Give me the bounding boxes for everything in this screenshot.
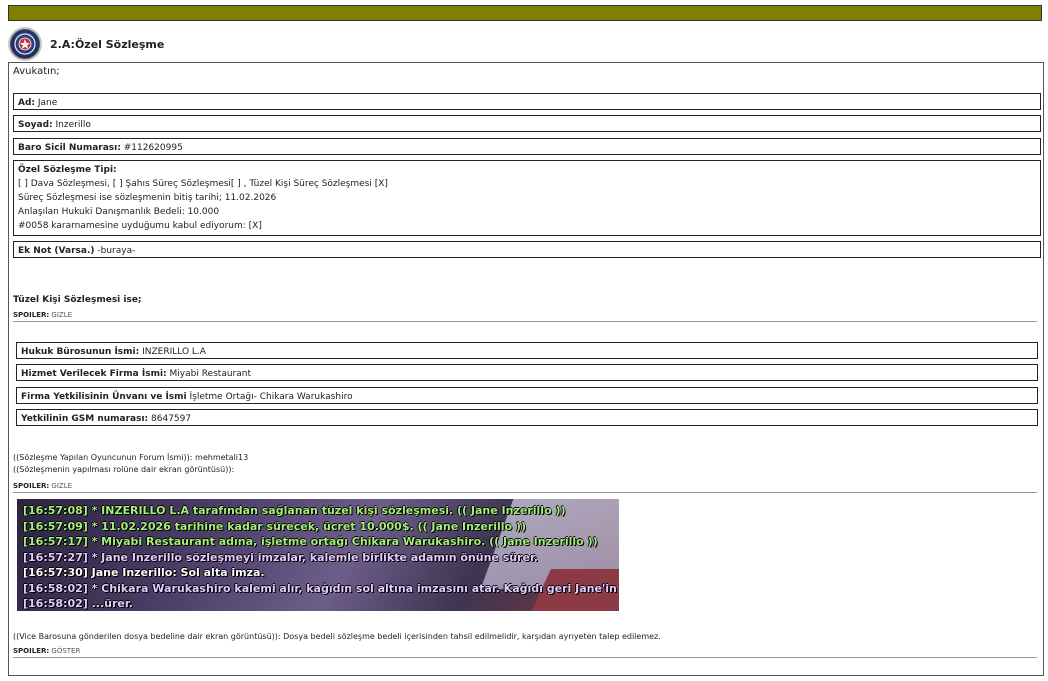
contract-type-label: Özel Sözleşme Tipi: <box>18 165 117 175</box>
client-firm-value: Miyabi Restaurant <box>169 369 251 379</box>
name-value: Jane <box>37 98 58 108</box>
chat-line: [16:57:09] * 11.02.2026 tarihine kadar s… <box>23 519 526 533</box>
representative-field: Firma Yetkilisinin Ünvanı ve İsmi İşletm… <box>16 387 1038 404</box>
spoiler-label: SPOILER: <box>13 482 50 490</box>
contract-type-options: [ ] Dava Sözleşmesi, [ ] Şahıs Süreç Söz… <box>18 179 388 189</box>
bar-number-value: #112620995 <box>123 143 183 153</box>
extra-note-value: -buraya- <box>97 246 136 256</box>
representative-label: Firma Yetkilisinin Ünvanı ve İsmi <box>21 392 187 402</box>
chat-line: [16:58:02] ...ürer. <box>23 597 133 610</box>
name-label: Ad: <box>18 98 36 108</box>
law-firm-label: Hukuk Bürosunun İsmi: <box>21 347 140 357</box>
law-firm-value: INZERILLO L.A <box>142 347 206 357</box>
bar-number-field: Baro Sicil Numarası: #112620995 <box>13 138 1041 155</box>
chat-line: [16:57:17] * Miyabi Restaurant adına, iş… <box>23 535 598 548</box>
chat-line: [16:57:30] Jane Inzerillo: Sol alta imza… <box>23 566 265 579</box>
spoiler-toggle-screenshot[interactable]: SPOILER: GIZLE <box>13 482 1037 493</box>
gsm-field: Yetkilinin GSM numarası: 8647597 <box>16 409 1038 426</box>
chat-line: [16:57:08] * INZERILLO L.A tarafından sa… <box>23 504 566 517</box>
spoiler-label: SPOILER: <box>13 647 50 655</box>
contract-type-field: Özel Sözleşme Tipi: [ ] Dava Sözleşmesi,… <box>13 160 1041 236</box>
surname-label: Soyad: <box>18 120 53 130</box>
surname-value: Inzerillo <box>55 120 91 130</box>
decree-acceptance: #0058 kararnamesine uyduğumu kabul ediyo… <box>18 221 262 231</box>
page-title: 2.A:Özel Sözleşme <box>50 37 165 51</box>
intro-text: Avukatın; <box>13 66 60 77</box>
gsm-value: 8647597 <box>151 414 192 424</box>
screenshot-note-text: ((Sözleşmenin yapılması rolüne dair ekra… <box>13 465 235 474</box>
avatar[interactable] <box>8 27 42 61</box>
extra-note-label: Ek Not (Varsa.) <box>18 246 95 256</box>
gsm-label: Yetkilinin GSM numarası: <box>21 414 149 424</box>
spoiler-show-link[interactable]: GÖSTER <box>51 647 80 655</box>
chat-log: [16:57:08] * INZERILLO L.A tarafından sa… <box>23 503 619 611</box>
law-firm-field: Hukuk Bürosunun İsmi: INZERILLO L.A <box>16 342 1038 359</box>
corporate-section-title: Tüzel Kişi Sözleşmesi ise; <box>13 295 142 305</box>
chat-line: [16:57:27] * Jane Inzerillo sözleşmeyi i… <box>23 550 538 564</box>
post-header: 2.A:Özel Sözleşme <box>8 27 165 61</box>
spoiler-hide-link[interactable]: GIZLE <box>51 311 72 319</box>
contract-fee: Anlaşılan Hukuki Danışmanlık Bedeli: 10.… <box>18 207 220 217</box>
fee-note-text: ((Vice Barosuna gönderilen dosya bedelin… <box>13 632 661 641</box>
spoiler-toggle-fee[interactable]: SPOILER: GÖSTER <box>13 647 1037 658</box>
spoiler-label: SPOILER: <box>13 311 50 319</box>
name-field: Ad: Jane <box>13 93 1041 110</box>
header-bar <box>8 5 1042 21</box>
representative-value: İşletme Ortağı- Chikara Warukashiro <box>189 392 353 402</box>
post-body: Avukatın; Ad: Jane Soyad: Inzerillo Baro… <box>8 62 1044 676</box>
spoiler-hide-link[interactable]: GIZLE <box>51 482 72 490</box>
spoiler-toggle-corporate[interactable]: SPOILER: GIZLE <box>13 311 1037 322</box>
client-firm-label: Hizmet Verilecek Firma İsmi: <box>21 369 167 379</box>
forum-name-text: ((Sözleşme Yapılan Oyuncunun Forum İsmi)… <box>13 453 249 462</box>
roleplay-screenshot: [16:57:08] * INZERILLO L.A tarafından sa… <box>17 499 619 611</box>
extra-note-field: Ek Not (Varsa.) -buraya- <box>13 241 1041 258</box>
bar-number-label: Baro Sicil Numarası: <box>18 143 121 153</box>
badge-icon <box>14 33 36 55</box>
surname-field: Soyad: Inzerillo <box>13 115 1041 132</box>
chat-line: [16:58:02] * Chikara Warukashiro kalemi … <box>23 581 619 595</box>
client-firm-field: Hizmet Verilecek Firma İsmi: Miyabi Rest… <box>16 364 1038 381</box>
contract-end-date: Süreç Sözleşmesi ise sözleşmenin bitiş t… <box>18 193 277 203</box>
